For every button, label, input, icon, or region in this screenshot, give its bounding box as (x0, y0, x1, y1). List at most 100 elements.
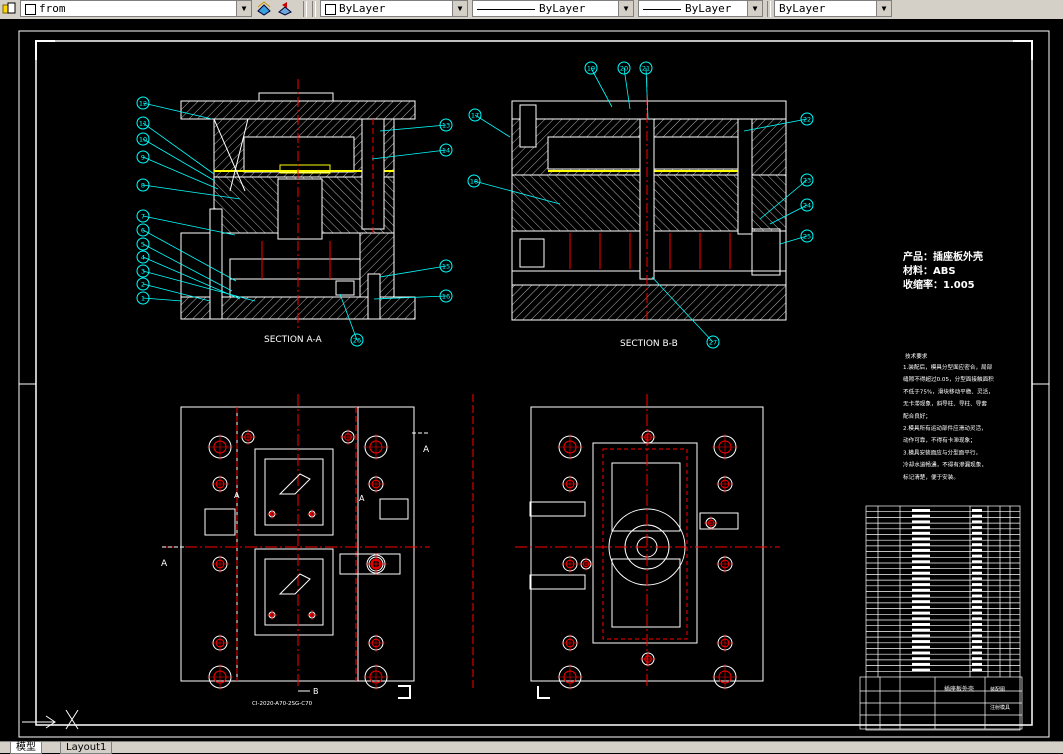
parts-list-entry (972, 509, 982, 512)
bolt-hole (557, 664, 583, 690)
parts-list-entry (912, 577, 930, 580)
balloon-number: 9 (141, 154, 145, 162)
parts-list-entry (912, 600, 930, 603)
bolt-hole (211, 634, 229, 652)
parts-list-entry (972, 526, 982, 529)
parts-list-entry (912, 509, 930, 512)
chevron-down-icon[interactable]: ▼ (452, 1, 467, 16)
bolt-hole (307, 610, 317, 620)
properties-toolbar: from ▼ ByLayer ▼ ByLayer ▼ ByLayer ▼ ByL… (0, 0, 1063, 20)
title-block-subtitle: 装配图 (990, 686, 1005, 693)
layer-color-swatch (25, 3, 36, 15)
parts-list-entry (972, 657, 982, 660)
drawing-canvas[interactable]: SECTION A-A 12 11 10 9 8 7 6 5 4 3 2 1 13 14 15 16 26 SE… (0, 19, 1063, 741)
balloon-number: 20 (620, 65, 628, 73)
chevron-down-icon[interactable]: ▼ (236, 1, 251, 16)
balloon: 17 (468, 108, 511, 138)
layer-combo-value: from (39, 2, 66, 15)
tech-req-line: 无卡滞现象，斜导柱、导柱、导套 (903, 400, 987, 408)
lineweight-combo[interactable]: ByLayer ▼ (638, 0, 763, 17)
product-label: 产品：插座板外壳 (903, 250, 983, 263)
material-label: 材料：ABS (903, 264, 956, 277)
tech-req-line: 配合良好； (903, 412, 931, 420)
parts-list-entry (912, 662, 930, 666)
layer-previous-icon[interactable] (277, 1, 292, 16)
tab-model[interactable]: 模型 (10, 742, 42, 754)
parts-list-entry (972, 611, 982, 615)
chevron-down-icon[interactable]: ▼ (618, 1, 633, 16)
tech-req-line: 3.模具安装面应与分型面平行， (903, 448, 981, 456)
color-combo-value: ByLayer (339, 2, 386, 15)
layer-state-icon[interactable] (2, 1, 17, 16)
toolbar-separator (767, 1, 771, 17)
parts-list-entry (972, 514, 982, 518)
parts-list-entry (972, 594, 982, 597)
linetype-combo[interactable]: ByLayer ▼ (472, 0, 634, 17)
balloon-number: 27 (709, 339, 717, 347)
parts-list-entry (972, 583, 982, 586)
color-swatch (325, 3, 336, 15)
make-object-layer-current-icon[interactable] (256, 1, 271, 16)
parts-list-entry (972, 566, 982, 569)
balloon: 20 (617, 61, 631, 110)
balloon-number: 24 (803, 202, 811, 210)
parts-list-entry (972, 623, 982, 626)
balloon-number: 12 (139, 100, 147, 108)
title-block-type: 注射模具 (990, 704, 1010, 711)
technical-requirements: 技术要求 1.装配后，模具分型面应密合，局部缝隙不得超过0.05，分型面接触面积… (903, 352, 994, 481)
toolbar-separator (303, 1, 307, 17)
bolt-hole (716, 634, 734, 652)
tab-layout1[interactable]: Layout1 (60, 742, 113, 754)
parts-list-entry (912, 628, 930, 632)
title-block: 插座板外壳 装配图 注射模具 (859, 505, 1023, 731)
balloon-number: 1 (141, 295, 145, 303)
section-marker-a-left: A (161, 559, 168, 569)
layout-tabs: 模型 Layout1 (0, 741, 1063, 754)
balloon-number: 18 (470, 178, 478, 186)
chevron-down-icon[interactable]: ▼ (747, 1, 762, 16)
parts-list-entry (972, 645, 982, 649)
parts-list-entry (912, 543, 930, 546)
parts-list-entry (972, 634, 982, 637)
bolt-hole (211, 555, 229, 573)
parts-list-entry (912, 531, 930, 535)
plan-view-left (165, 394, 430, 689)
balloon: 19 (584, 61, 613, 108)
parts-list-entry (912, 526, 930, 529)
bolt-hole (363, 434, 389, 460)
balloon: 1 (136, 291, 183, 305)
bolt-hole (307, 509, 317, 519)
bolt-hole (267, 509, 277, 519)
section-a-a-label: SECTION A-A (264, 335, 323, 345)
parts-list-entry (972, 588, 982, 592)
parts-list-entry (912, 583, 930, 586)
balloon-number: 26 (353, 337, 361, 345)
section-marker-b: B (313, 687, 319, 696)
balloon-number: 14 (442, 147, 450, 155)
parts-list-entry (912, 605, 930, 609)
plan-view-right (515, 394, 780, 689)
shrink-label: 收缩率：1.005 (903, 278, 975, 291)
balloon-number: 21 (642, 65, 650, 73)
balloon-number: 23 (803, 177, 811, 185)
layer-combo[interactable]: from ▼ (20, 0, 252, 17)
balloon: 21 (639, 61, 653, 120)
bolt-hole (716, 555, 734, 573)
parts-list-entry (972, 543, 982, 546)
bolt-hole (365, 553, 387, 575)
balloon-number: 19 (587, 65, 595, 73)
linetype-combo-value: ByLayer (539, 2, 586, 15)
parts-list-entry (972, 617, 982, 620)
parts-list-entry (912, 520, 930, 523)
chevron-down-icon[interactable]: ▼ (876, 1, 891, 16)
parts-list-entry (912, 594, 930, 597)
drawing-number: CI-2020-A70-2SG-C70 (252, 701, 313, 707)
section-marker-a-right: A (423, 445, 430, 455)
balloon-number: 8 (141, 182, 145, 190)
balloon-number: 7 (141, 213, 145, 221)
drawing-svg[interactable]: SECTION A-A 1211109876543211314151626 SE… (0, 19, 1063, 741)
parts-list-entry (912, 617, 930, 620)
color-combo[interactable]: ByLayer ▼ (320, 0, 468, 17)
plotstyle-combo[interactable]: ByLayer ▼ (774, 0, 892, 17)
bolt-hole (561, 634, 579, 652)
